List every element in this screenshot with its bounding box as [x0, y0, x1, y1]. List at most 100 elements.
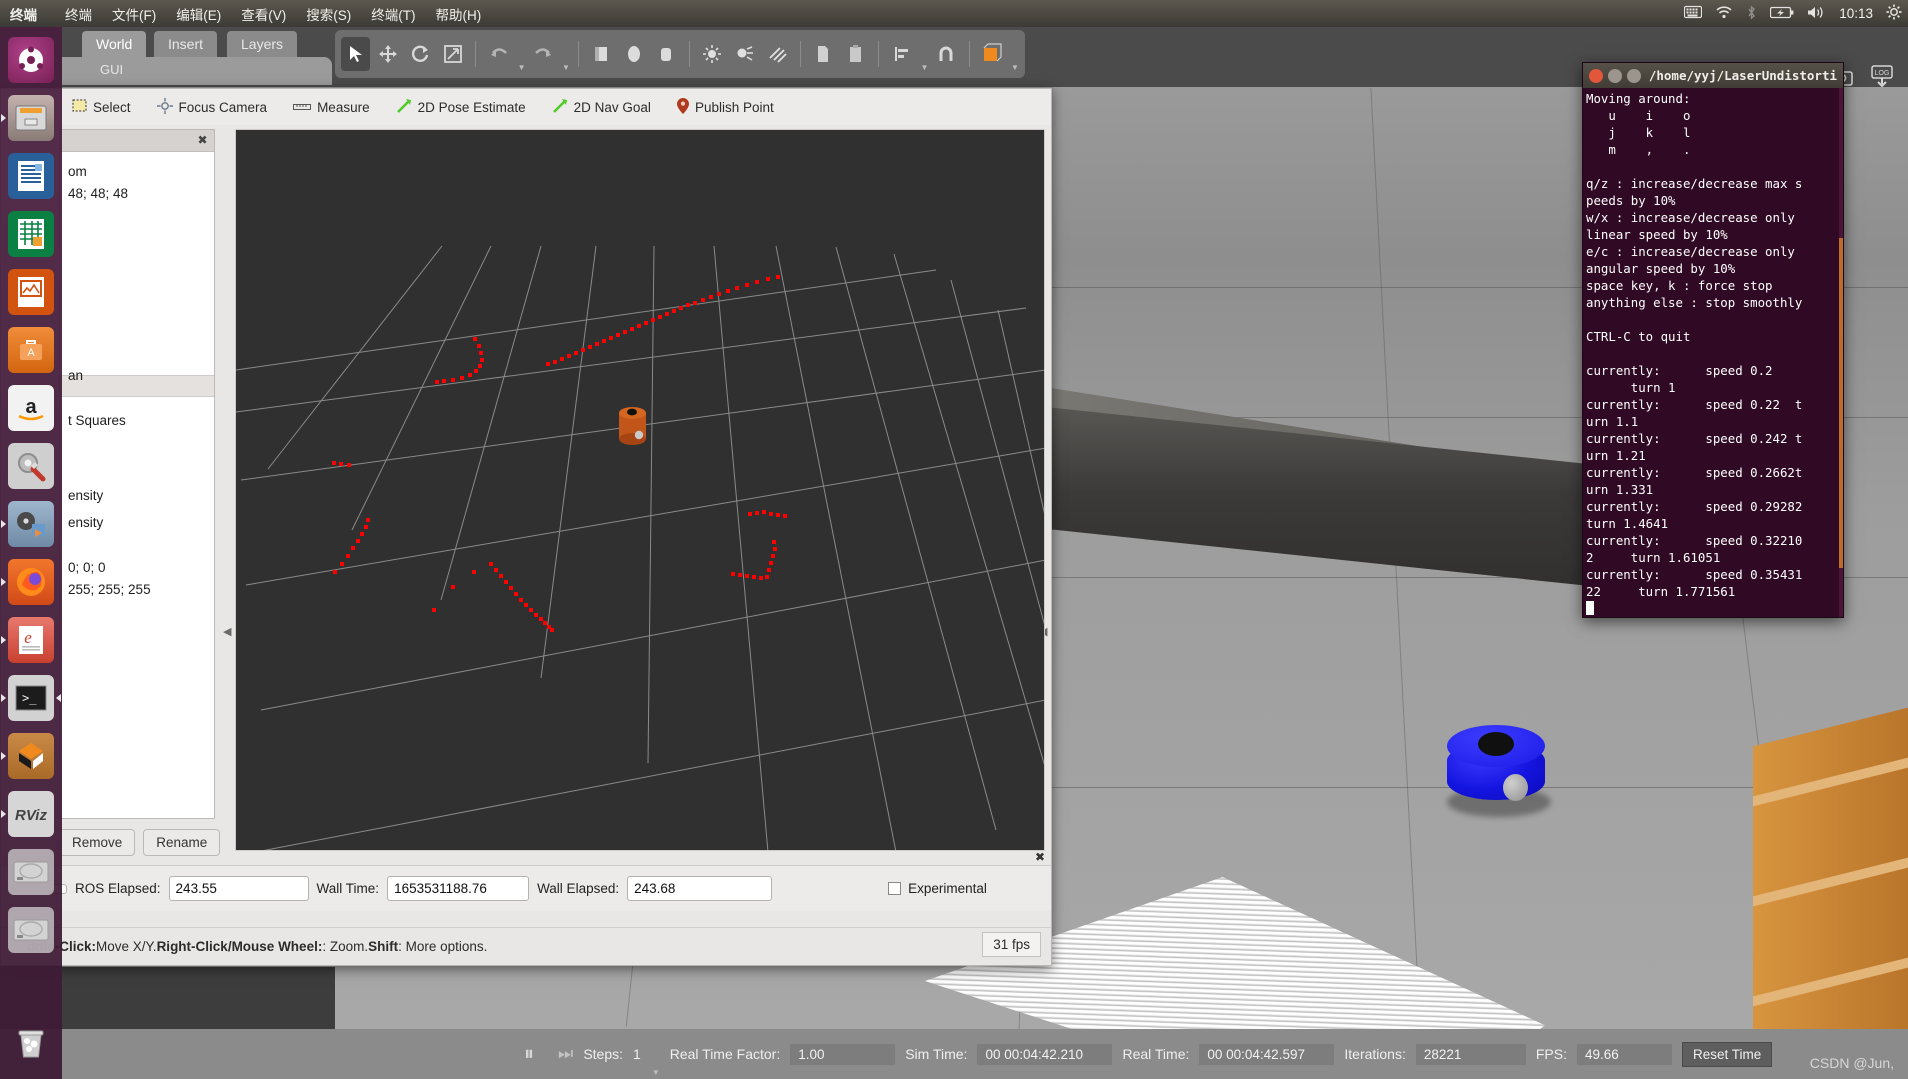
insert-sphere-tool-icon[interactable]: [619, 37, 648, 71]
maximize-icon[interactable]: [1626, 68, 1641, 83]
close-icon[interactable]: ✖: [1035, 850, 1045, 864]
remove-button[interactable]: Remove: [59, 828, 136, 856]
experimental-checkbox[interactable]: Experimental: [888, 881, 987, 896]
rviz-display-property[interactable]: om: [68, 164, 87, 179]
rviz-display-property[interactable]: ensity: [68, 488, 103, 503]
launcher-item-document-viewer[interactable]: e: [0, 611, 62, 669]
measure-tool[interactable]: Measure: [280, 96, 383, 119]
close-icon[interactable]: [1589, 68, 1603, 83]
rviz-display-property[interactable]: 48; 48; 48: [68, 186, 128, 201]
terminal-output[interactable]: Moving around: u i o j k l m , . q/z : i…: [1583, 88, 1843, 617]
panel-collapse-left-icon[interactable]: ◀: [223, 625, 231, 638]
insert-cylinder-tool-icon[interactable]: [651, 37, 680, 71]
rviz-time-panel[interactable]: ✖ ROS Elapsed: 243.55 Wall Time: 1653531…: [1, 850, 1051, 911]
close-icon[interactable]: ✖: [195, 133, 210, 148]
launcher-item-media-player[interactable]: [0, 495, 62, 553]
rviz-display-property[interactable]: ensity: [68, 515, 103, 530]
publish-point-tool[interactable]: Publish Point: [664, 94, 787, 121]
insert-point-light-tool-icon[interactable]: [698, 37, 727, 71]
log-button[interactable]: LOG: [1866, 63, 1898, 91]
change-view-tool-icon[interactable]: [978, 37, 1007, 71]
keyboard-icon[interactable]: [1684, 5, 1703, 22]
launcher-item-rviz[interactable]: RViz: [0, 785, 62, 843]
launcher-item-files[interactable]: [0, 89, 62, 147]
gazebo-tab-layers[interactable]: Layers: [227, 31, 298, 57]
snap-tool-icon[interactable]: [931, 37, 960, 71]
checkbox-box-icon[interactable]: [888, 882, 902, 895]
launcher-item-libreoffice-writer[interactable]: [0, 147, 62, 205]
unity-top-panel[interactable]: 终端 终端 文件(F) 编辑(E) 查看(V) 搜索(S) 终端(T) 帮助(H…: [0, 0, 1908, 27]
launcher-item-gazebo[interactable]: [0, 727, 62, 785]
rviz-displays-panel[interactable]: ✖ om 48; 48; 48 an t Squares ensity ensi…: [59, 129, 215, 819]
pose-estimate-tool[interactable]: 2D Pose Estimate: [383, 94, 539, 121]
unity-launcher[interactable]: A a e >_ RViz: [0, 27, 62, 1079]
gazebo-tree-item-gui[interactable]: GUI: [100, 62, 123, 77]
step-button[interactable]: ⏭: [558, 1044, 573, 1064]
launcher-item-firefox[interactable]: [0, 553, 62, 611]
rviz-tool-bar[interactable]: Select Focus Camera Measure 2D Pose Esti…: [1, 89, 1051, 125]
undo-tool-icon[interactable]: [484, 37, 513, 71]
redo-tool-icon[interactable]: [529, 37, 558, 71]
launcher-item-libreoffice-impress[interactable]: [0, 263, 62, 321]
pause-button[interactable]: ⏸: [524, 1043, 534, 1066]
bluetooth-icon[interactable]: [1746, 5, 1757, 23]
align-dropdown-caret-icon[interactable]: ▼: [921, 63, 929, 78]
rviz-displays-buttons[interactable]: Remove Rename: [59, 825, 221, 859]
wall-time-value[interactable]: 1653531188.76: [387, 876, 530, 901]
view-dropdown-caret-icon[interactable]: ▼: [1011, 63, 1019, 78]
menu-help[interactable]: 帮助(H): [426, 4, 492, 24]
ros-elapsed-value[interactable]: 243.55: [168, 876, 309, 901]
gazebo-tab-world[interactable]: World: [82, 31, 147, 57]
menu-terminal-options[interactable]: 终端(T): [361, 4, 425, 24]
launcher-item-disk-drive-1[interactable]: [0, 843, 62, 901]
copy-tool-icon[interactable]: [809, 37, 838, 71]
insert-spot-light-tool-icon[interactable]: [730, 37, 759, 71]
terminal-scrollbar-thumb[interactable]: [1839, 238, 1843, 568]
wifi-icon[interactable]: [1715, 5, 1733, 22]
insert-box-tool-icon[interactable]: [587, 37, 616, 71]
launcher-item-amazon[interactable]: a: [0, 379, 62, 437]
wall-elapsed-value[interactable]: 243.68: [627, 876, 773, 901]
scale-mode-tool-icon[interactable]: [438, 37, 467, 71]
translate-mode-tool-icon[interactable]: [373, 37, 402, 71]
menu-edit[interactable]: 编辑(E): [166, 4, 231, 24]
menu-file[interactable]: 文件(F): [102, 4, 166, 24]
align-tool-icon[interactable]: [887, 37, 916, 71]
insert-directional-light-tool-icon[interactable]: [762, 37, 791, 71]
launcher-item-system-settings[interactable]: [0, 437, 62, 495]
rviz-display-property[interactable]: 255; 255; 255: [68, 582, 151, 597]
menu-terminal[interactable]: 终端: [55, 4, 102, 24]
menu-view[interactable]: 查看(V): [231, 4, 296, 24]
gazebo-toolbar[interactable]: ▼ ▼ ▼ ▼: [335, 30, 1025, 78]
launcher-item-terminal[interactable]: >_: [0, 669, 62, 727]
rviz-display-property[interactable]: 0; 0; 0: [68, 560, 106, 575]
redo-dropdown-caret-icon[interactable]: ▼: [562, 63, 570, 78]
paste-tool-icon[interactable]: [841, 37, 870, 71]
gazebo-tab-insert[interactable]: Insert: [154, 31, 218, 57]
terminal-scrollbar[interactable]: [1839, 88, 1843, 617]
nav-goal-tool[interactable]: 2D Nav Goal: [539, 94, 664, 121]
gazebo-status-bar[interactable]: ⏸ ⏭ Steps: 1 ▼ Real Time Factor: 1.00 Si…: [0, 1029, 1908, 1079]
menu-search[interactable]: 搜索(S): [296, 4, 361, 24]
rviz-display-property[interactable]: t Squares: [68, 413, 126, 428]
launcher-item-libreoffice-calc[interactable]: [0, 205, 62, 263]
rotate-mode-tool-icon[interactable]: [406, 37, 435, 71]
steps-caret-icon[interactable]: ▼: [652, 1068, 660, 1079]
launcher-item-trash[interactable]: [0, 1013, 62, 1071]
battery-icon[interactable]: [1770, 6, 1794, 22]
terminal-window[interactable]: /home/yyj/LaserUndistorti Moving around:…: [1582, 62, 1844, 618]
gear-icon[interactable]: [1886, 4, 1902, 23]
rviz-display-property[interactable]: an: [68, 368, 83, 383]
minimize-icon[interactable]: [1607, 68, 1622, 83]
launcher-item-ubuntu-software[interactable]: A: [0, 321, 62, 379]
launcher-item-disk-drive-2[interactable]: [0, 901, 62, 959]
volume-icon[interactable]: [1807, 5, 1826, 23]
clock-label[interactable]: 10:13: [1839, 6, 1873, 21]
undo-dropdown-caret-icon[interactable]: ▼: [518, 63, 526, 78]
launcher-item-dash-home[interactable]: [0, 31, 62, 89]
rviz-3d-viewport[interactable]: [235, 129, 1045, 851]
select-mode-tool-icon[interactable]: [341, 37, 371, 71]
terminal-titlebar[interactable]: /home/yyj/LaserUndistorti: [1583, 63, 1843, 88]
select-tool[interactable]: Select: [59, 95, 144, 119]
gazebo-world-tree[interactable]: GUI: [62, 57, 332, 85]
